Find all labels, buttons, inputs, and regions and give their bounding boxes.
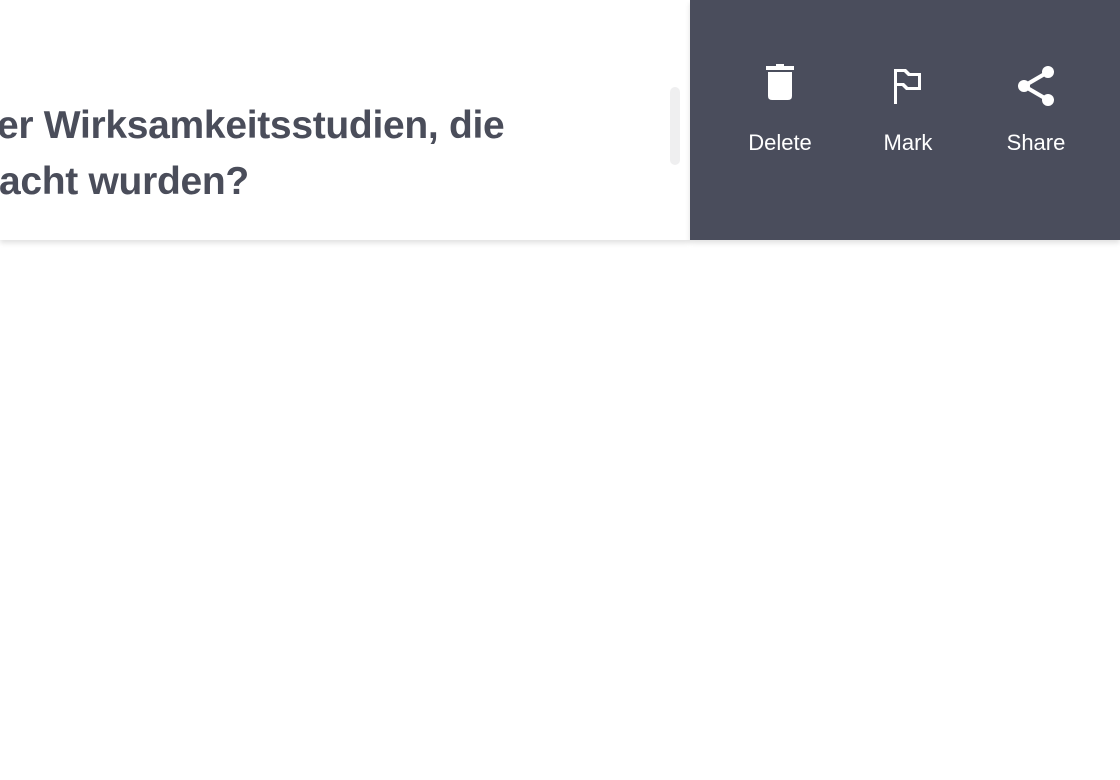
question-text-line-2: acht wurden? — [0, 160, 249, 203]
mark-label: Mark — [883, 130, 933, 155]
swipe-actions-panel: Delete Mark Share — [690, 0, 1120, 240]
question-text-line-1: er Wirksamkeitsstudien, die — [0, 104, 505, 147]
question-card[interactable]: er Wirksamkeitsstudien, die acht wurden? — [0, 0, 690, 240]
share-label: Share — [1006, 130, 1066, 155]
share-icon — [1018, 66, 1054, 106]
flag-icon — [894, 69, 921, 104]
trash-icon — [766, 64, 794, 100]
share-button[interactable]: Share — [972, 62, 1100, 156]
scrollbar-thumb[interactable] — [670, 87, 680, 165]
delete-label: Delete — [748, 130, 812, 155]
delete-button[interactable]: Delete — [716, 62, 844, 156]
mark-button[interactable]: Mark — [844, 62, 972, 156]
